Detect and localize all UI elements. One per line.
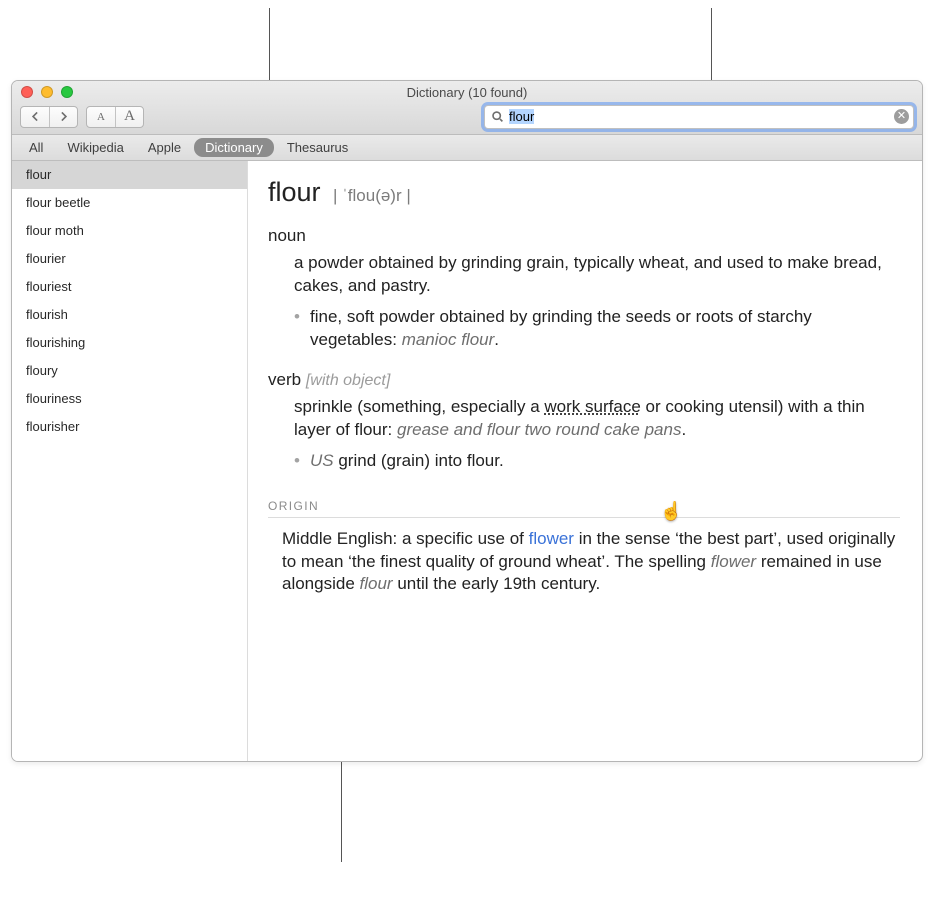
tab-dictionary[interactable]: Dictionary [194,138,274,157]
example-text: manioc flour [402,330,495,349]
list-item[interactable]: flour moth [12,217,247,245]
nav-buttons [20,106,78,128]
list-item[interactable]: flourisher [12,413,247,441]
clear-search-button[interactable]: ✕ [894,109,909,124]
pronunciation: | ˈflou(ə)r | [333,186,411,205]
list-item[interactable]: flour beetle [12,189,247,217]
list-item[interactable]: flouriest [12,273,247,301]
font-decrease-button[interactable]: A [87,107,115,127]
list-item[interactable]: flourishing [12,329,247,357]
chevron-left-icon [29,110,42,123]
zoom-button[interactable] [61,86,73,98]
definition-text: . [494,330,499,349]
region-label: US [310,451,334,470]
tab-wikipedia[interactable]: Wikipedia [56,138,134,157]
search-icon [489,109,505,125]
window-controls [12,86,73,98]
list-item[interactable]: flourish [12,301,247,329]
search-field[interactable]: ✕ [484,105,914,129]
definition-text: fine, soft powder obtained by grinding t… [310,307,812,349]
definition-text: sprinkle (something, especially a [294,397,544,416]
font-size-buttons: A A [86,106,144,128]
etymology-link[interactable]: flower [529,529,574,548]
definition: sprinkle (something, especially a work s… [294,396,900,442]
headword: flour [268,177,321,207]
dictionary-window: Dictionary (10 found) A A [11,80,923,762]
tab-thesaurus[interactable]: Thesaurus [276,138,359,157]
definition-text: . [681,420,686,439]
font-increase-button[interactable]: A [115,107,143,127]
grammar-label: [with object] [306,372,390,389]
origin-italic: flour [360,574,393,593]
origin-italic: flower [711,552,756,571]
example-text: grease and flour two round cake pans [397,420,681,439]
list-item[interactable]: flourier [12,245,247,273]
origin-segment: Middle English: a specific use of [282,529,529,548]
pos-label: verb [268,370,301,389]
definition: a powder obtained by grinding grain, typ… [294,252,900,298]
tab-apple[interactable]: Apple [137,138,192,157]
part-of-speech: verb [with object] [268,370,900,390]
definition-text: grind (grain) into flour. [334,451,504,470]
back-button[interactable] [21,107,49,127]
source-tabs: All Wikipedia Apple Dictionary Thesaurus [12,135,922,161]
tab-all[interactable]: All [18,138,54,157]
list-item[interactable]: flour [12,161,247,189]
chevron-right-icon [57,110,70,123]
origin-text: Middle English: a specific use of flower… [282,528,900,597]
cross-reference-link[interactable]: work surface [544,397,640,416]
search-input[interactable] [505,109,894,124]
titlebar: Dictionary (10 found) A A [12,81,922,135]
definition-content: flour | ˈflou(ə)r | noun a powder obtain… [248,161,922,761]
minimize-button[interactable] [41,86,53,98]
toolbar: A A ✕ [12,103,922,134]
window-title: Dictionary (10 found) [12,85,922,100]
forward-button[interactable] [49,107,77,127]
sub-definition: US grind (grain) into flour. [294,450,900,473]
close-button[interactable] [21,86,33,98]
results-sidebar: flour flour beetle flour moth flourier f… [12,161,248,761]
list-item[interactable]: floury [12,357,247,385]
sub-definition: fine, soft powder obtained by grinding t… [294,306,900,352]
origin-heading: ORIGIN [268,499,900,518]
part-of-speech: noun [268,226,900,246]
pos-label: noun [268,226,306,245]
origin-segment: until the early 19th century. [393,574,601,593]
list-item[interactable]: flouriness [12,385,247,413]
